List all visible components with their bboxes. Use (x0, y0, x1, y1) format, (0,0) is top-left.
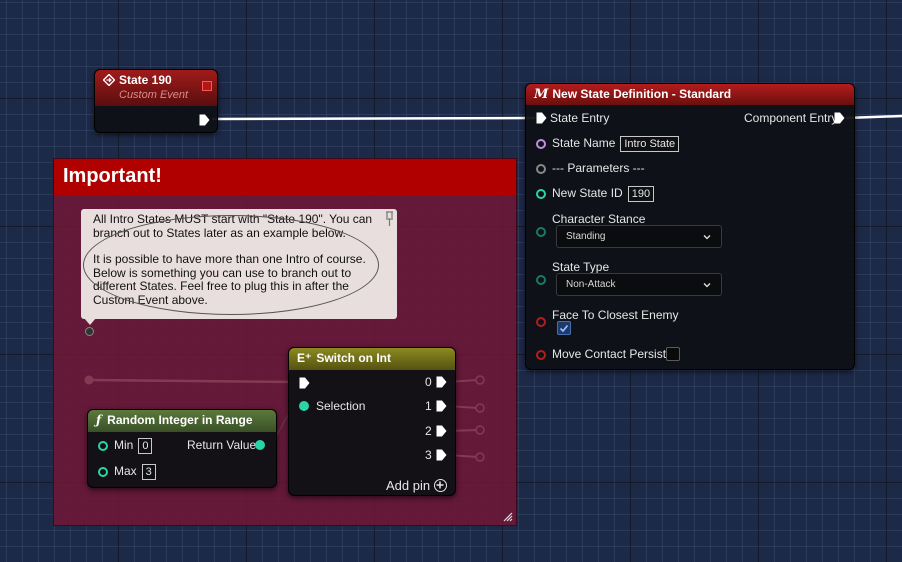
state-definition-node[interactable]: M New State Definition - Standard State E… (525, 83, 855, 370)
comment-title[interactable]: Important! (54, 159, 516, 195)
selection-pin[interactable] (299, 401, 309, 411)
output-pin-0[interactable] (436, 376, 447, 388)
state-type-label: State Type (552, 260, 610, 274)
move-contact-pin[interactable] (536, 350, 546, 360)
chevron-down-icon (703, 235, 711, 240)
chevron-down-icon (703, 283, 711, 288)
move-contact-checkbox[interactable] (666, 347, 680, 361)
state-name-label: State Name (552, 136, 616, 150)
state-node-title: New State Definition - Standard (552, 87, 732, 101)
return-value-pin[interactable] (255, 440, 265, 450)
state-type-pin[interactable] (536, 275, 546, 285)
note-line: Below is something you can use to branch… (93, 265, 352, 280)
state-entry-pin[interactable] (536, 112, 547, 124)
event-subtitle: Custom Event (119, 89, 189, 101)
state-entry-label: State Entry (550, 111, 610, 125)
add-pin-icon[interactable] (434, 479, 447, 492)
character-stance-value: Standing (566, 231, 606, 242)
function-icon: ƒ (96, 413, 102, 427)
note-line: Custom Event above. (93, 292, 208, 307)
min-label: Min (114, 438, 134, 452)
note-line: All Intro States MUST start with "State … (93, 212, 373, 226)
new-state-id-row: New State ID 190 (552, 186, 655, 202)
face-closest-pin[interactable] (536, 317, 546, 327)
note-anchor-pin[interactable] (85, 327, 94, 336)
exec-out-pin[interactable] (199, 114, 210, 126)
state-type-value: Non-Attack (566, 279, 616, 290)
note-line: different States. Feel free to plug this… (93, 279, 349, 293)
note-line: branch out to States later as an example… (93, 225, 346, 240)
resize-handle-icon[interactable] (501, 510, 513, 522)
bubble-tail (84, 318, 96, 325)
output-label-3: 3 (425, 448, 432, 462)
pin-icon[interactable] (385, 211, 394, 227)
state-name-row: State Name Intro State (552, 136, 680, 152)
character-stance-dropdown[interactable]: Standing (556, 225, 722, 248)
custom-event-node[interactable]: State 190 Custom Event (94, 69, 218, 133)
return-value-label: Return Value (187, 438, 257, 452)
selection-label: Selection (316, 399, 366, 413)
event-node-header[interactable]: State 190 Custom Event (95, 70, 217, 106)
exec-wire-event-to-state (211, 116, 536, 121)
switch-node-title: Switch on Int (316, 351, 392, 365)
state-type-dropdown[interactable]: Non-Attack (556, 273, 722, 296)
random-node-header[interactable]: ƒ Random Integer in Range (88, 410, 276, 432)
min-row: Min 0 (114, 438, 153, 454)
output-pin-2[interactable] (436, 425, 447, 437)
state-name-pin[interactable] (536, 139, 546, 149)
max-row: Max 3 (114, 464, 156, 480)
new-state-id-pin[interactable] (536, 189, 546, 199)
note-bubble[interactable]: All Intro States MUST start with "State … (81, 209, 397, 325)
output-pin-3[interactable] (436, 449, 447, 461)
parameters-pin[interactable] (536, 164, 546, 174)
output-label-0: 0 (425, 375, 432, 389)
event-title: State 190 (119, 73, 172, 87)
character-stance-pin[interactable] (536, 227, 546, 237)
move-contact-label: Move Contact Persist (552, 347, 667, 361)
add-pin-button[interactable]: Add pin (386, 478, 430, 493)
add-pin-label: Add pin (386, 478, 431, 493)
max-label: Max (114, 464, 137, 478)
event-diamond-icon (103, 74, 115, 86)
max-input[interactable]: 3 (141, 464, 156, 480)
character-stance-label: Character Stance (552, 212, 646, 226)
min-pin[interactable] (98, 441, 108, 451)
macro-icon: M (534, 87, 549, 102)
max-pin[interactable] (98, 467, 108, 477)
min-input[interactable]: 0 (138, 438, 153, 454)
face-closest-checkbox[interactable] (557, 321, 571, 335)
note-line: It is possible to have more than one Int… (93, 252, 366, 266)
new-state-id-input[interactable]: 190 (627, 186, 655, 202)
state-name-input[interactable]: Intro State (620, 136, 680, 152)
face-closest-label: Face To Closest Enemy (552, 308, 679, 322)
switch-icon: E⁺ (297, 351, 312, 365)
switch-exec-in-pin[interactable] (299, 377, 310, 389)
new-state-id-label: New State ID (552, 186, 623, 200)
switch-node-header[interactable]: E⁺ Switch on Int (289, 348, 455, 370)
checkmark-icon (559, 324, 569, 333)
random-integer-node[interactable]: ƒ Random Integer in Range Min 0 Max 3 Retur… (87, 409, 277, 488)
component-entry-label: Component Entry (744, 111, 838, 125)
output-label-2: 2 (425, 424, 432, 438)
random-node-title: Random Integer in Range (107, 413, 253, 427)
output-pin-1[interactable] (436, 400, 447, 412)
switch-on-int-node[interactable]: E⁺ Switch on Int Selection 0 1 2 3 Add pi… (288, 347, 456, 496)
state-node-header[interactable]: M New State Definition - Standard (526, 84, 854, 105)
parameters-label: --- Parameters --- (552, 161, 645, 175)
delegate-pin-icon[interactable] (202, 81, 212, 91)
output-label-1: 1 (425, 399, 432, 413)
component-entry-pin[interactable] (834, 112, 845, 124)
